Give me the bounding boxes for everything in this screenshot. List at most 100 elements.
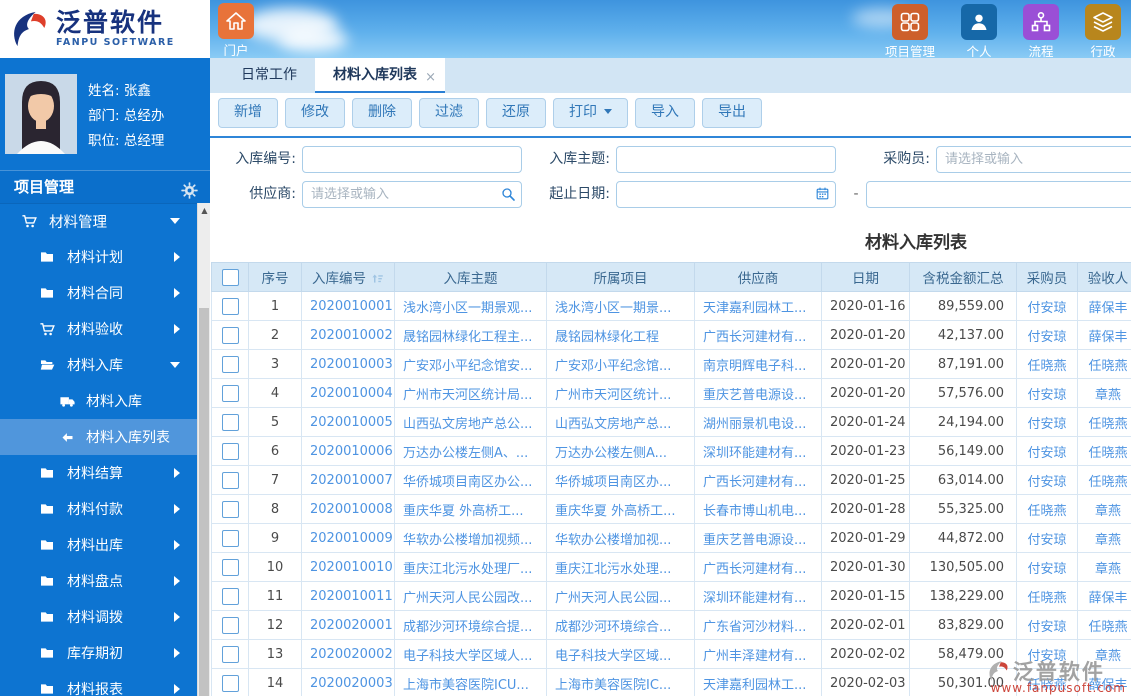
cell-inspector[interactable]: 章燕 [1077, 378, 1131, 408]
cell-inspector[interactable]: 薛保丰 [1077, 320, 1131, 350]
cell-project[interactable]: 山西弘文房地产总... [546, 407, 695, 437]
print-button[interactable]: 打印 [553, 98, 628, 128]
cell-project[interactable]: 电子科技大学区域... [546, 639, 695, 669]
cell-buyer[interactable]: 任晓燕 [1016, 349, 1078, 379]
cell-subject[interactable]: 浅水湾小区一期景观... [394, 291, 547, 321]
sidebar-item-material-payment[interactable]: 材料付款 [0, 491, 197, 527]
topnav-item-project-management[interactable]: 项目管理 [885, 4, 935, 58]
cell-project[interactable]: 广州市天河区统计... [546, 378, 695, 408]
sidebar-item-material-settlement[interactable]: 材料结算 [0, 455, 197, 491]
portal-button[interactable]: 门户 [216, 3, 256, 58]
cell-code[interactable]: 2020010008 [301, 494, 395, 524]
cell-code[interactable]: 2020010009 [301, 523, 395, 553]
row-checkbox[interactable] [221, 674, 239, 692]
import-button[interactable]: 导入 [635, 98, 695, 128]
cell-buyer[interactable]: 任晓燕 [1016, 581, 1078, 611]
row-checkbox[interactable] [221, 616, 239, 634]
cell-buyer[interactable]: 付安琼 [1016, 552, 1078, 582]
cell-supplier[interactable]: 深圳环能建材有... [694, 436, 822, 466]
cell-inspector[interactable]: 任晓燕 [1077, 436, 1131, 466]
close-icon[interactable]: × [425, 60, 436, 95]
delete-button[interactable]: 删除 [352, 98, 412, 128]
cell-supplier[interactable]: 深圳环能建材有... [694, 581, 822, 611]
sidebar-item-material-report[interactable]: 材料报表 [0, 671, 197, 696]
row-checkbox[interactable] [221, 442, 239, 460]
cell-inspector[interactable]: 任晓燕 [1077, 349, 1131, 379]
cell-buyer[interactable]: 付安琼 [1016, 639, 1078, 669]
row-checkbox[interactable] [221, 297, 239, 315]
cell-supplier[interactable]: 广西长河建材有... [694, 552, 822, 582]
subject-input[interactable] [616, 146, 836, 173]
filter-button[interactable]: 过滤 [419, 98, 479, 128]
cell-project[interactable]: 华侨城项目南区办... [546, 465, 695, 495]
cell-subject[interactable]: 重庆江北污水处理厂... [394, 552, 547, 582]
cell-code[interactable]: 2020010011 [301, 581, 395, 611]
cell-subject[interactable]: 电子科技大学区域人... [394, 639, 547, 669]
cell-project[interactable]: 浅水湾小区一期景... [546, 291, 695, 321]
cell-project[interactable]: 广安邓小平纪念馆... [546, 349, 695, 379]
cell-subject[interactable]: 山西弘文房地产总公... [394, 407, 547, 437]
cell-buyer[interactable]: 任晓燕 [1016, 668, 1078, 696]
sidebar-item-material-stocktake[interactable]: 材料盘点 [0, 563, 197, 599]
cell-buyer[interactable]: 付安琼 [1016, 378, 1078, 408]
topnav-item-admin[interactable]: 行政 [1085, 4, 1121, 58]
column-header-code[interactable]: 入库编号 [301, 262, 395, 292]
cell-code[interactable]: 2020010005 [301, 407, 395, 437]
cell-supplier[interactable]: 天津嘉利园林工... [694, 668, 822, 696]
cell-subject[interactable]: 晟铭园林绿化工程主... [394, 320, 547, 350]
cell-supplier[interactable]: 湖州丽景机电设... [694, 407, 822, 437]
cell-buyer[interactable]: 任晓燕 [1016, 494, 1078, 524]
cell-supplier[interactable]: 重庆艺普电源设... [694, 378, 822, 408]
cell-code[interactable]: 2020020002 [301, 639, 395, 669]
date-from-input[interactable] [616, 181, 836, 208]
calendar-icon[interactable] [815, 186, 830, 201]
cell-code[interactable]: 2020010006 [301, 436, 395, 466]
cell-project[interactable]: 成都沙河环境综合... [546, 610, 695, 640]
cell-project[interactable]: 上海市美容医院IC... [546, 668, 695, 696]
cell-buyer[interactable]: 付安琼 [1016, 291, 1078, 321]
cell-supplier[interactable]: 天津嘉利园林工... [694, 291, 822, 321]
cell-buyer[interactable]: 付安琼 [1016, 523, 1078, 553]
cell-code[interactable]: 2020010010 [301, 552, 395, 582]
cell-inspector[interactable]: 章燕 [1077, 494, 1131, 524]
sidebar-item-material-transfer[interactable]: 材料调拨 [0, 599, 197, 635]
export-button[interactable]: 导出 [702, 98, 762, 128]
row-checkbox[interactable] [221, 413, 239, 431]
sidebar-item-material-acceptance[interactable]: 材料验收 [0, 311, 197, 347]
buyer-input[interactable] [936, 146, 1131, 173]
edit-button[interactable]: 修改 [285, 98, 345, 128]
cell-buyer[interactable]: 付安琼 [1016, 320, 1078, 350]
sidebar-scrollbar[interactable]: ▲ [197, 203, 210, 696]
cell-inspector[interactable]: 章燕 [1077, 552, 1131, 582]
scrollbar-thumb[interactable] [199, 308, 209, 696]
cell-subject[interactable]: 重庆华夏 外高桥工... [394, 494, 547, 524]
cell-buyer[interactable]: 付安琼 [1016, 610, 1078, 640]
cell-code[interactable]: 2020020003 [301, 668, 395, 696]
sidebar-item-material-inbound-entry[interactable]: 材料入库 [0, 383, 197, 419]
cell-inspector[interactable]: 薛保丰 [1077, 668, 1131, 696]
row-checkbox[interactable] [221, 587, 239, 605]
cell-inspector[interactable]: 任晓燕 [1077, 407, 1131, 437]
cell-supplier[interactable]: 广西长河建材有... [694, 320, 822, 350]
cell-subject[interactable]: 华侨城项目南区办公... [394, 465, 547, 495]
cell-project[interactable]: 华软办公楼增加视... [546, 523, 695, 553]
search-icon[interactable] [500, 186, 516, 202]
cell-project[interactable]: 重庆华夏 外高桥工... [546, 494, 695, 524]
date-to-input[interactable] [866, 181, 1131, 208]
cell-project[interactable]: 广州天河人民公园... [546, 581, 695, 611]
sidebar-item-material-outbound[interactable]: 材料出库 [0, 527, 197, 563]
cell-subject[interactable]: 上海市美容医院ICU... [394, 668, 547, 696]
cell-buyer[interactable]: 付安琼 [1016, 407, 1078, 437]
cell-supplier[interactable]: 广州丰泽建材有... [694, 639, 822, 669]
cell-project[interactable]: 重庆江北污水处理... [546, 552, 695, 582]
cell-subject[interactable]: 万达办公楼左侧A、... [394, 436, 547, 466]
row-checkbox[interactable] [221, 471, 239, 489]
cell-code[interactable]: 2020010004 [301, 378, 395, 408]
row-checkbox[interactable] [221, 558, 239, 576]
cell-buyer[interactable]: 付安琼 [1016, 436, 1078, 466]
cell-inspector[interactable]: 薛保丰 [1077, 581, 1131, 611]
cell-supplier[interactable]: 长春市博山机电... [694, 494, 822, 524]
cell-subject[interactable]: 广州天河人民公园改... [394, 581, 547, 611]
sidebar-item-material-inbound-list[interactable]: 材料入库列表 [0, 419, 197, 455]
cell-project[interactable]: 晟铭园林绿化工程 [546, 320, 695, 350]
